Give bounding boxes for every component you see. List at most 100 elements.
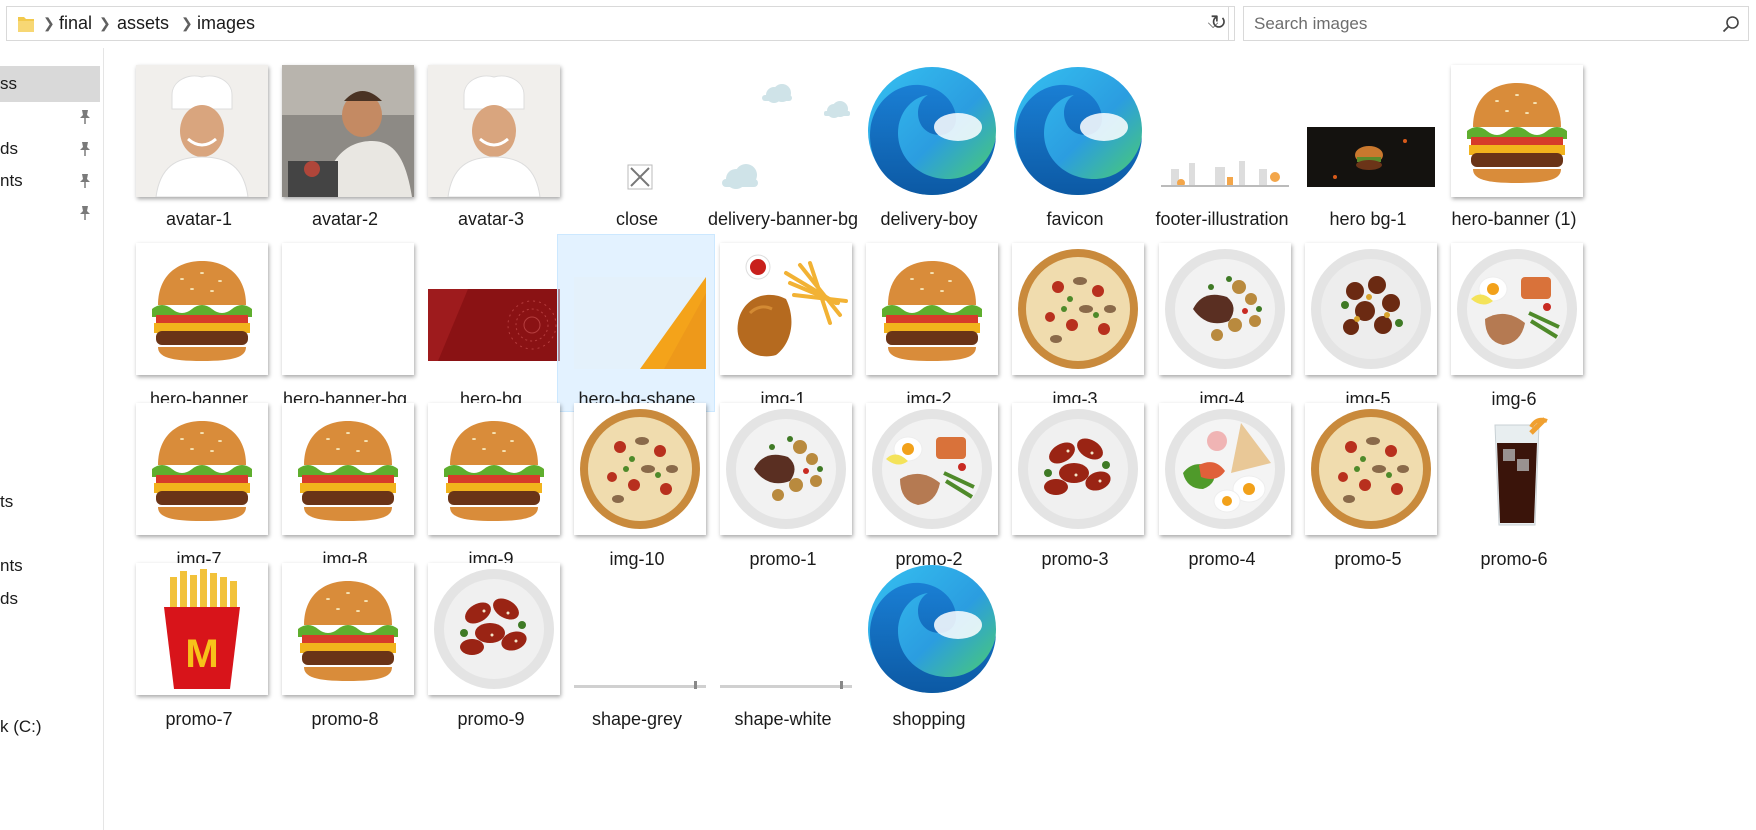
file-item[interactable]: hero bg-1 bbox=[1288, 54, 1446, 232]
burger-thumbnail bbox=[136, 403, 268, 535]
nav-item-label: k (C:) bbox=[0, 717, 42, 736]
edge-icon bbox=[866, 563, 998, 695]
breadcrumb-images[interactable]: images bbox=[197, 7, 255, 40]
file-item[interactable]: promo-4 bbox=[1142, 394, 1300, 572]
file-item[interactable]: shape-white bbox=[703, 554, 861, 732]
file-item[interactable]: delivery-boy bbox=[849, 54, 1007, 232]
nav-item-2[interactable]: ds bbox=[0, 131, 100, 167]
wings-plate-thumbnail bbox=[428, 563, 560, 695]
file-item[interactable]: shape-grey bbox=[557, 554, 715, 732]
nav-item-0[interactable]: ss bbox=[0, 66, 100, 102]
file-item[interactable]: promo-8 bbox=[265, 554, 423, 732]
chef-cooking-photo-thumbnail bbox=[282, 65, 414, 197]
nav-item-3[interactable]: nts bbox=[0, 163, 100, 199]
burger-thumbnail bbox=[282, 403, 414, 535]
file-item[interactable]: promo-6 bbox=[1434, 394, 1592, 572]
file-item[interactable]: avatar-3 bbox=[411, 54, 569, 232]
nav-item-5[interactable]: ts bbox=[0, 484, 100, 520]
nav-item-6[interactable]: nts bbox=[0, 548, 100, 584]
file-item[interactable]: promo-3 bbox=[995, 394, 1153, 572]
search-input[interactable]: Search images bbox=[1243, 6, 1749, 41]
breakfast-plate-thumbnail bbox=[1451, 243, 1583, 375]
chevron-right-icon[interactable]: ❯ bbox=[43, 7, 55, 40]
search-icon[interactable] bbox=[1722, 15, 1740, 33]
file-name: promo-9 bbox=[457, 709, 525, 729]
file-item[interactable]: img-1 bbox=[703, 234, 861, 412]
file-name: delivery-boy bbox=[880, 209, 978, 229]
edge-icon bbox=[1012, 65, 1144, 197]
fried-chicken-thumbnail bbox=[720, 243, 852, 375]
file-name: shape-grey bbox=[591, 709, 683, 729]
file-name: delivery-banner-bg bbox=[707, 209, 859, 229]
nav-item-label: ds bbox=[0, 139, 18, 158]
file-name: promo-6 bbox=[1480, 549, 1548, 569]
file-item[interactable]: promo-5 bbox=[1288, 394, 1446, 572]
pin-icon bbox=[78, 141, 92, 157]
file-grid[interactable]: avatar-1 avatar-2 avatar-3 close deliver… bbox=[104, 48, 1756, 830]
file-item[interactable]: promo-9 bbox=[411, 554, 569, 732]
file-item[interactable]: hero-banner bbox=[119, 234, 277, 412]
breadcrumb-final[interactable]: final bbox=[59, 7, 92, 40]
file-item[interactable]: img-2 bbox=[849, 234, 1007, 412]
breakfast-plate-thumbnail bbox=[866, 403, 998, 535]
file-item[interactable]: avatar-2 bbox=[265, 54, 423, 232]
nav-item-4[interactable] bbox=[0, 195, 100, 231]
file-name: avatar-2 bbox=[311, 209, 379, 229]
nav-item-1[interactable] bbox=[0, 99, 100, 135]
chevron-right-icon[interactable]: ❯ bbox=[181, 7, 193, 40]
nav-item-label: nts bbox=[0, 556, 23, 575]
file-item[interactable]: M promo-7 bbox=[119, 554, 277, 732]
file-item[interactable]: favicon bbox=[995, 54, 1153, 232]
pin-icon bbox=[78, 173, 92, 189]
steak-plate-thumbnail bbox=[720, 403, 852, 535]
file-name: hero bg-1 bbox=[1329, 209, 1407, 229]
file-item[interactable]: shopping bbox=[849, 554, 1007, 732]
steak-plate-thumbnail bbox=[1159, 243, 1291, 375]
burger-dark-thumbnail bbox=[1305, 65, 1437, 197]
file-item[interactable]: close bbox=[557, 54, 715, 232]
file-item[interactable]: hero-banner (1) bbox=[1434, 54, 1592, 232]
red-pattern-thumbnail bbox=[428, 243, 560, 375]
file-name: footer-illustration bbox=[1155, 209, 1289, 229]
file-item[interactable]: img-8 bbox=[265, 394, 423, 572]
file-name: avatar-3 bbox=[457, 209, 525, 229]
file-item[interactable]: footer-illustration bbox=[1142, 54, 1300, 232]
file-item[interactable]: avatar-1 bbox=[119, 54, 277, 232]
orange-shape-thumbnail bbox=[574, 243, 706, 375]
file-item[interactable]: hero-bg bbox=[411, 234, 569, 412]
file-name: shopping bbox=[892, 709, 966, 729]
file-name: promo-7 bbox=[165, 709, 233, 729]
nav-item-7[interactable]: ds bbox=[0, 581, 100, 617]
file-item[interactable]: promo-2 bbox=[849, 394, 1007, 572]
file-item[interactable]: img-5 bbox=[1288, 234, 1446, 412]
line-shape-thumbnail bbox=[574, 563, 706, 695]
file-item[interactable]: img-6 bbox=[1434, 234, 1592, 412]
burger-thumbnail bbox=[866, 243, 998, 375]
file-item[interactable]: delivery-banner-bg bbox=[703, 54, 861, 232]
clouds-thumbnail bbox=[720, 65, 852, 197]
chevron-right-icon[interactable]: ❯ bbox=[99, 7, 111, 40]
navigation-pane[interactable]: ss ds nts ts nts ds k (C:) bbox=[0, 48, 104, 830]
breadcrumb-assets[interactable]: assets bbox=[117, 7, 169, 40]
line-shape-thumbnail bbox=[720, 563, 852, 695]
file-item[interactable]: img-10 bbox=[557, 394, 715, 572]
pizza-thumbnail bbox=[574, 403, 706, 535]
refresh-icon: ↻ bbox=[1210, 12, 1227, 34]
nav-item-8[interactable]: k (C:) bbox=[0, 709, 100, 745]
file-item[interactable]: img-9 bbox=[411, 394, 569, 572]
file-item[interactable]: hero-banner-bg bbox=[265, 234, 423, 412]
file-item[interactable]: promo-1 bbox=[703, 394, 861, 572]
file-item[interactable]: img-3 bbox=[995, 234, 1153, 412]
burger-thumbnail bbox=[282, 563, 414, 695]
file-name: promo-8 bbox=[311, 709, 379, 729]
file-item[interactable]: hero-bg-shape bbox=[557, 234, 715, 412]
file-name: favicon bbox=[1046, 209, 1104, 229]
file-item[interactable]: img-7 bbox=[119, 394, 277, 572]
refresh-button[interactable]: ↻ bbox=[1203, 6, 1235, 41]
file-item[interactable]: img-4 bbox=[1142, 234, 1300, 412]
burger-thumbnail bbox=[136, 243, 268, 375]
file-name: promo-4 bbox=[1188, 549, 1256, 569]
cola-glass-thumbnail bbox=[1451, 403, 1583, 535]
address-bar[interactable]: ❯ final ❯ assets ❯ images ⌵ bbox=[6, 6, 1229, 41]
burger-thumbnail bbox=[1451, 65, 1583, 197]
